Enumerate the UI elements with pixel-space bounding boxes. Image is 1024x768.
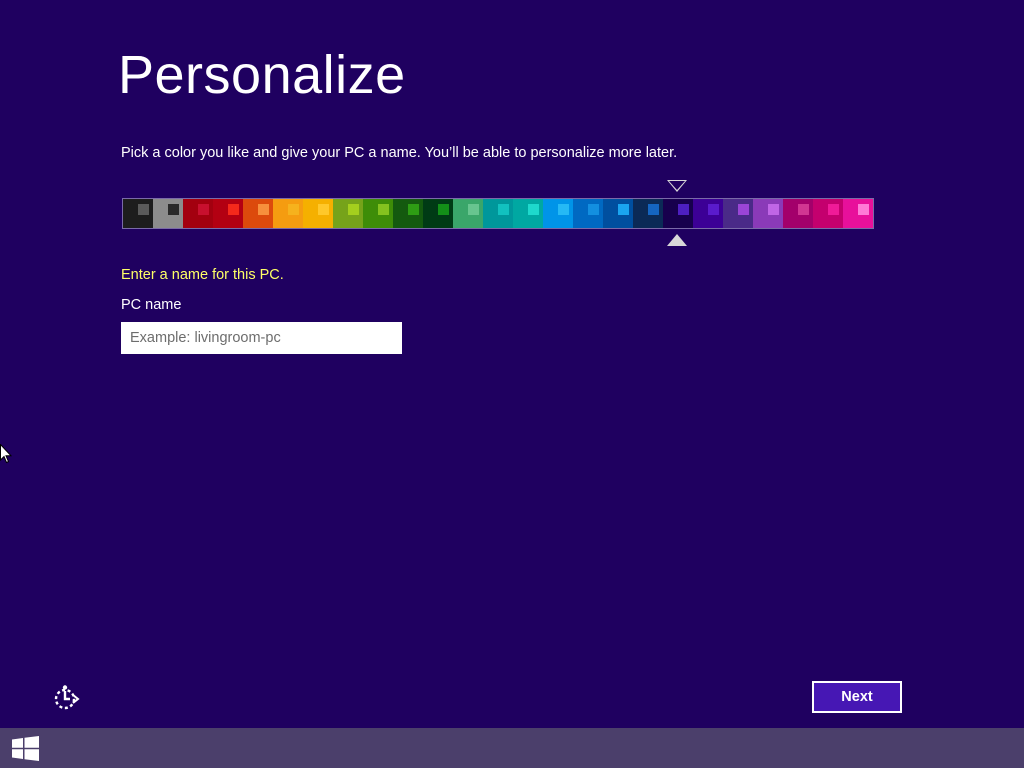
swatch-accent-chip — [228, 204, 239, 215]
swatch-accent-chip — [198, 204, 209, 215]
color-swatch[interactable] — [423, 199, 453, 228]
swatch-accent-chip — [528, 204, 539, 215]
swatch-accent-chip — [708, 204, 719, 215]
swatch-accent-chip — [408, 204, 419, 215]
oobe-personalize-screen: Personalize Pick a color you like and gi… — [0, 0, 1024, 768]
windows-start-icon[interactable] — [12, 736, 39, 761]
color-swatch[interactable] — [333, 199, 363, 228]
swatch-accent-chip — [648, 204, 659, 215]
ease-of-access-icon[interactable] — [52, 684, 80, 712]
pc-name-label: PC name — [121, 297, 182, 313]
swatch-accent-chip — [288, 204, 299, 215]
color-swatch[interactable] — [693, 199, 723, 228]
color-swatch[interactable] — [723, 199, 753, 228]
color-swatch[interactable] — [303, 199, 333, 228]
swatch-accent-chip — [768, 204, 779, 215]
mouse-pointer-icon — [0, 444, 12, 464]
color-swatch[interactable] — [183, 199, 213, 228]
color-swatch[interactable] — [483, 199, 513, 228]
color-swatch[interactable] — [363, 199, 393, 228]
next-button[interactable]: Next — [812, 681, 902, 713]
color-swatch[interactable] — [213, 199, 243, 228]
swatch-accent-chip — [348, 204, 359, 215]
swatch-accent-chip — [438, 204, 449, 215]
color-swatch[interactable] — [573, 199, 603, 228]
swatch-accent-chip — [798, 204, 809, 215]
swatch-accent-chip — [618, 204, 629, 215]
swatch-accent-chip — [828, 204, 839, 215]
color-swatch[interactable] — [123, 199, 153, 228]
color-swatch[interactable] — [453, 199, 483, 228]
color-swatch[interactable] — [633, 199, 663, 228]
swatch-accent-chip — [258, 204, 269, 215]
selected-color-marker-bottom — [667, 234, 687, 246]
swatch-accent-chip — [378, 204, 389, 215]
color-swatch[interactable] — [243, 199, 273, 228]
taskbar — [0, 728, 1024, 768]
color-swatch[interactable] — [843, 199, 873, 228]
page-subtitle: Pick a color you like and give your PC a… — [121, 145, 678, 161]
page-title: Personalize — [118, 45, 406, 105]
color-swatch[interactable] — [813, 199, 843, 228]
color-swatch[interactable] — [273, 199, 303, 228]
swatch-accent-chip — [738, 204, 749, 215]
swatch-accent-chip — [168, 204, 179, 215]
color-swatch[interactable] — [513, 199, 543, 228]
swatch-accent-chip — [678, 204, 689, 215]
color-swatch[interactable] — [543, 199, 573, 228]
swatch-accent-chip — [468, 204, 479, 215]
color-swatch[interactable] — [663, 199, 693, 228]
color-swatch[interactable] — [783, 199, 813, 228]
swatch-accent-chip — [498, 204, 509, 215]
pc-name-input[interactable] — [121, 322, 402, 354]
swatch-accent-chip — [138, 204, 149, 215]
color-swatch[interactable] — [153, 199, 183, 228]
color-swatch[interactable] — [603, 199, 633, 228]
selected-color-marker-top — [667, 180, 687, 192]
color-swatch[interactable] — [753, 199, 783, 228]
swatch-accent-chip — [318, 204, 329, 215]
pc-name-prompt: Enter a name for this PC. — [121, 267, 284, 283]
swatch-accent-chip — [588, 204, 599, 215]
color-picker-strip[interactable] — [122, 198, 874, 229]
swatch-accent-chip — [558, 204, 569, 215]
swatch-accent-chip — [858, 204, 869, 215]
color-swatch[interactable] — [393, 199, 423, 228]
